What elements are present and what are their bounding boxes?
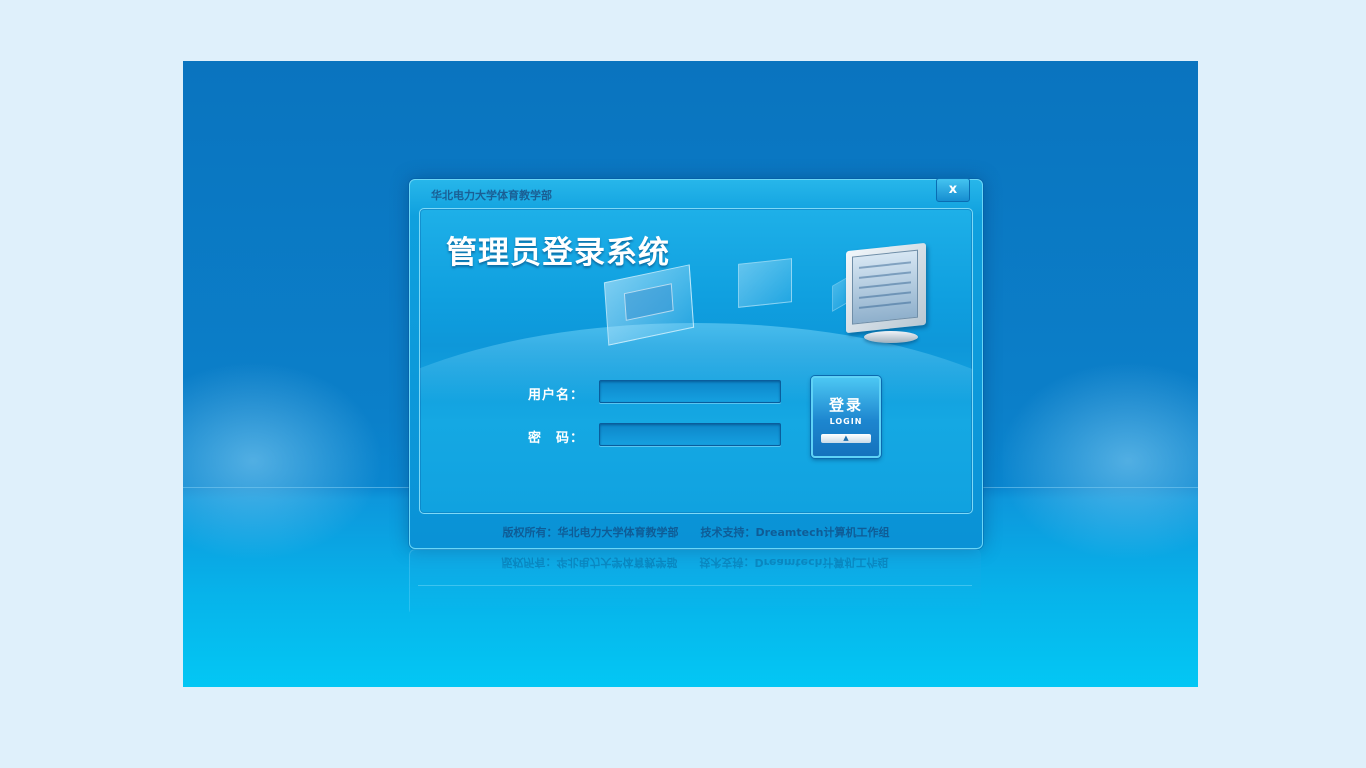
computer-monitor-icon — [844, 242, 932, 349]
username-label: 用户名： — [528, 388, 585, 403]
display-row — [859, 261, 911, 269]
password-input[interactable] — [599, 423, 781, 446]
chevron-up-icon: ▲ — [821, 434, 871, 443]
display-row — [859, 281, 911, 289]
monitor-stand — [864, 331, 918, 343]
floating-document-image — [738, 258, 792, 308]
monitor-bezel — [846, 242, 926, 334]
password-label: 密 码： — [528, 431, 585, 446]
login-stage: 华北电力大学体育教学部 x 管理员登录系统 用户名： 密 码： 登录 LOGIN… — [183, 61, 1198, 687]
right-light-glow — [998, 361, 1198, 561]
display-row — [859, 271, 911, 279]
window-title: 华北电力大学体育教学部 — [431, 189, 552, 202]
screenshot-thumbnail — [623, 283, 674, 321]
reflection-edge — [418, 585, 972, 586]
login-panel: 管理员登录系统 用户名： 密 码： 登录 LOGIN ▲ — [419, 208, 973, 514]
login-button[interactable]: 登录 LOGIN ▲ — [811, 376, 881, 458]
window-header: 华北电力大学体育教学部 x — [410, 178, 982, 206]
reflection-footer-text: 版权所有：华北电力大学体育教学部 技术支持：Dreamtech计算机工作组 — [501, 556, 889, 569]
system-title: 管理员登录系统 — [446, 235, 670, 271]
decorative-arc — [420, 323, 972, 513]
display-row — [859, 301, 911, 309]
login-window: 华北电力大学体育教学部 x 管理员登录系统 用户名： 密 码： 登录 LOGIN… — [409, 178, 983, 549]
close-button[interactable]: x — [936, 178, 970, 202]
login-button-label: 登录 — [828, 396, 863, 414]
window-reflection: 版权所有：华北电力大学体育教学部 技术支持：Dreamtech计算机工作组 — [409, 549, 981, 615]
username-input[interactable] — [599, 380, 781, 403]
login-button-sublabel: LOGIN — [829, 417, 863, 426]
display-row — [859, 291, 911, 299]
left-light-glow — [183, 361, 383, 561]
monitor-display — [852, 249, 918, 325]
copyright-footer: 版权所有：华北电力大学体育教学部 技术支持：Dreamtech计算机工作组 — [502, 526, 890, 539]
